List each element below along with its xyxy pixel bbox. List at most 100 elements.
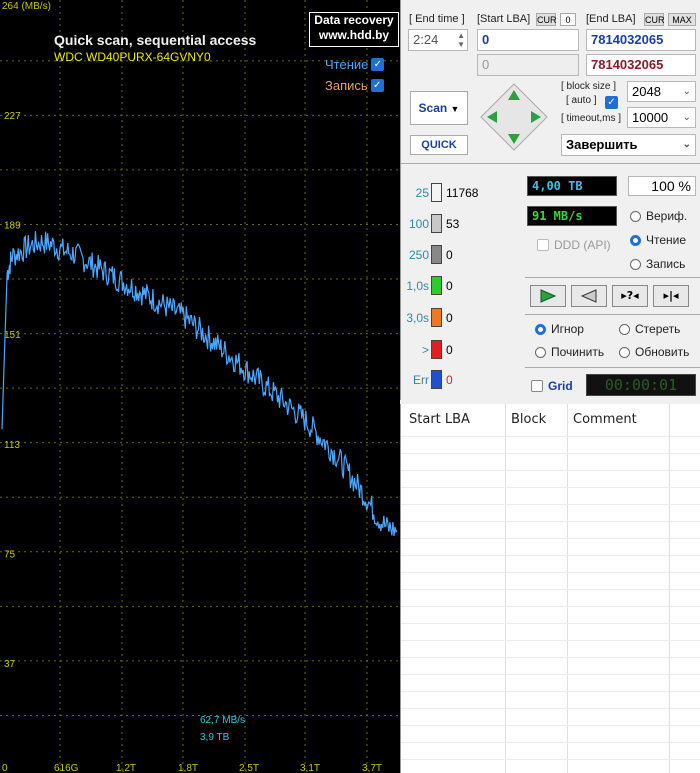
- separator: [525, 367, 700, 368]
- start-lba-input[interactable]: 0: [477, 29, 579, 51]
- auto-checkbox[interactable]: ✓: [605, 96, 618, 109]
- chevron-down-icon: ⌄: [682, 86, 691, 97]
- legend-read[interactable]: Чтение ✓: [325, 57, 385, 72]
- back-button[interactable]: [571, 285, 607, 307]
- x-tick-label: 1,8T: [178, 763, 198, 773]
- table-row: [401, 589, 700, 590]
- quick-button[interactable]: QUICK: [410, 135, 468, 155]
- mode-verify-radio[interactable]: Вериф.: [630, 209, 687, 223]
- random-icon: ▸?◂: [621, 289, 639, 302]
- x-tick-label: 3,7T: [362, 763, 382, 773]
- grid-label: Grid: [548, 379, 573, 393]
- spinner-icon[interactable]: ▲ ▼: [457, 31, 465, 49]
- percent-display: 100 %: [628, 176, 696, 196]
- y-tick-label: 227: [4, 111, 21, 122]
- separator: [525, 314, 700, 315]
- end-lba-label: [End LBA]: [586, 13, 636, 25]
- stat-color-box: [431, 340, 442, 359]
- mode-read-label: Чтение: [646, 233, 687, 247]
- stat-count: 0: [446, 310, 453, 325]
- radio-icon: [630, 258, 641, 270]
- stat-label: 25: [415, 185, 429, 200]
- separator: [401, 163, 700, 164]
- back-icon: [580, 289, 597, 303]
- stat-color-box: [431, 308, 442, 327]
- grid-checkbox[interactable]: Grid: [531, 379, 573, 393]
- stat-count: 0: [446, 342, 453, 357]
- opt-ignore-radio[interactable]: Игнор: [535, 322, 584, 336]
- table-row: [401, 623, 700, 624]
- ddd-api-label: DDD (API): [554, 238, 611, 252]
- y-tick-label: 113: [4, 440, 20, 451]
- percent-unit: %: [678, 178, 691, 194]
- opt-repair-radio[interactable]: Починить: [535, 345, 604, 359]
- table-row: [401, 521, 700, 522]
- timeout-select[interactable]: 10000 ⌄: [627, 107, 696, 128]
- drive-model: WDC WD40PURX-64GVNY0: [54, 50, 211, 64]
- col-comment[interactable]: Comment: [573, 412, 637, 427]
- checkmark-icon[interactable]: ✓: [371, 58, 385, 71]
- block-size-value: 2048: [632, 84, 661, 99]
- table-row: [401, 538, 700, 539]
- legend-read-label: Чтение: [325, 57, 369, 72]
- speed-graph-svg: 227 189 151 113 75 37 0 616G 1,2T 1,8T 2,5T 3,1T 3,7…: [0, 0, 400, 773]
- cur-label: CUR: [536, 13, 557, 26]
- legend-write[interactable]: Запись ✓: [325, 78, 384, 93]
- opt-refresh-label: Обновить: [635, 345, 690, 359]
- cur2-label: CUR: [644, 13, 665, 26]
- radio-icon: [619, 346, 630, 358]
- speed-display: 91 MB/s: [527, 206, 617, 226]
- logo[interactable]: Data recovery www.hdd.by: [309, 12, 399, 47]
- current-speed: 62,7 MB/s: [200, 715, 246, 726]
- table-row: [401, 725, 700, 726]
- table-row: [401, 708, 700, 709]
- mode-write-label: Запись: [646, 257, 686, 271]
- end-lba-input[interactable]: 7814032065: [586, 29, 696, 51]
- scan-button-label: Scan: [418, 101, 448, 115]
- opt-refresh-radio[interactable]: Обновить: [619, 345, 689, 359]
- percent-value: 100: [651, 178, 675, 194]
- checkbox-icon: [537, 239, 549, 251]
- opt-erase-radio[interactable]: Стереть: [619, 322, 680, 336]
- direction-pad[interactable]: [479, 82, 549, 152]
- end-time-field[interactable]: 2:24 ▲ ▼: [408, 29, 468, 51]
- butterfly-button[interactable]: ▸|◂: [653, 285, 689, 307]
- y-tick-label: 151: [4, 330, 21, 341]
- scan-button[interactable]: Scan ▼: [410, 91, 468, 125]
- table-row: [401, 436, 700, 437]
- ddd-api-checkbox[interactable]: DDD (API): [537, 238, 611, 252]
- stat-row: 250 0: [401, 245, 453, 264]
- legend-write-label: Запись: [325, 78, 368, 93]
- play-button[interactable]: [530, 285, 566, 307]
- timeout-label: [ timeout,ms ]: [561, 113, 622, 124]
- logo-line1: Data recovery: [314, 13, 394, 27]
- table-row: [401, 759, 700, 760]
- table-row: [401, 470, 700, 471]
- radio-icon: [619, 323, 630, 335]
- col-start-lba[interactable]: Start LBA: [409, 412, 470, 427]
- radio-selected-icon: [630, 234, 641, 246]
- mode-write-radio[interactable]: Запись: [630, 257, 685, 271]
- y-tick-label: 189: [4, 220, 21, 231]
- bad-blocks-table[interactable]: Start LBA Block Comment: [400, 404, 700, 773]
- y-tick-label: 37: [4, 659, 16, 670]
- col-block[interactable]: Block: [511, 412, 546, 427]
- stat-color-box: [431, 245, 442, 264]
- stat-count: 0: [446, 372, 453, 387]
- max-label[interactable]: MAX: [668, 13, 696, 26]
- end-lba-max-field[interactable]: 7814032065: [586, 54, 696, 76]
- auto-label: [ auto ]: [566, 95, 597, 106]
- checkmark-icon[interactable]: ✓: [370, 79, 384, 92]
- stat-row: Err 0: [401, 370, 453, 389]
- table-row: [401, 742, 700, 743]
- finish-select[interactable]: Завершить ⌄: [561, 134, 696, 156]
- mode-read-radio[interactable]: Чтение: [630, 233, 686, 247]
- logo-line2: www.hdd.by: [318, 28, 390, 42]
- random-button[interactable]: ▸?◂: [612, 285, 648, 307]
- stat-row: 3,0s 0: [401, 308, 453, 327]
- separator: [525, 277, 700, 278]
- stat-color-box: [431, 183, 442, 202]
- block-size-select[interactable]: 2048 ⌄: [627, 81, 696, 102]
- table-row: [401, 674, 700, 675]
- stat-count: 53: [446, 216, 460, 231]
